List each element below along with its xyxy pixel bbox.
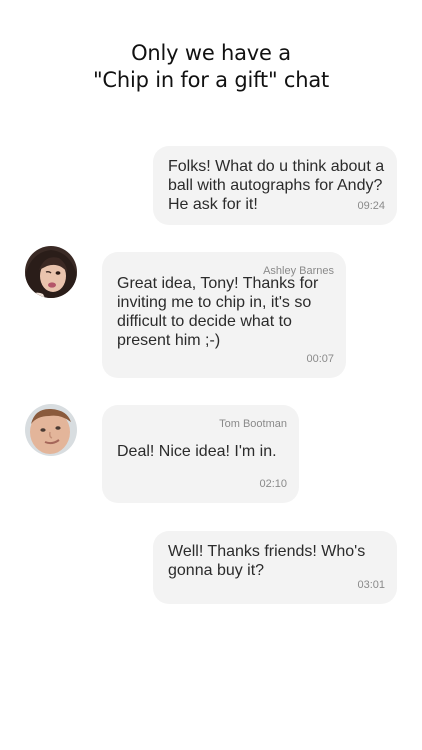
message-time: 09:24 bbox=[357, 200, 385, 212]
message-text: Deal! Nice idea! I'm in. bbox=[117, 443, 277, 460]
message-time: 02:10 bbox=[259, 478, 287, 490]
promo-headline: Only we have a "Chip in for a gift" chat bbox=[0, 40, 422, 94]
avatar-tom-bootman[interactable] bbox=[25, 404, 77, 456]
outgoing-message-bubble[interactable]: Folks! What do u think about a ball with… bbox=[153, 146, 397, 225]
incoming-message-bubble[interactable]: Tom Bootman Deal! Nice idea! I'm in. 02:… bbox=[102, 405, 299, 503]
man-face-icon bbox=[25, 404, 77, 456]
message-time: 00:07 bbox=[306, 353, 334, 365]
headline-line-2: "Chip in for a gift" chat bbox=[92, 68, 330, 92]
avatar-ashley-barnes[interactable] bbox=[25, 246, 77, 298]
woman-face-icon bbox=[25, 246, 77, 298]
message-text: Well! Thanks friends! Who's gonna buy it… bbox=[168, 543, 366, 579]
outgoing-message-bubble[interactable]: Well! Thanks friends! Who's gonna buy it… bbox=[153, 531, 397, 604]
headline-line-1: Only we have a bbox=[131, 41, 291, 65]
incoming-message-bubble[interactable]: Ashley Barnes Great idea, Tony! Thanks f… bbox=[102, 252, 346, 378]
message-time: 03:01 bbox=[357, 579, 385, 591]
message-text: Great idea, Tony! Thanks for inviting me… bbox=[117, 275, 319, 349]
message-sender-name: Tom Bootman bbox=[219, 418, 287, 430]
